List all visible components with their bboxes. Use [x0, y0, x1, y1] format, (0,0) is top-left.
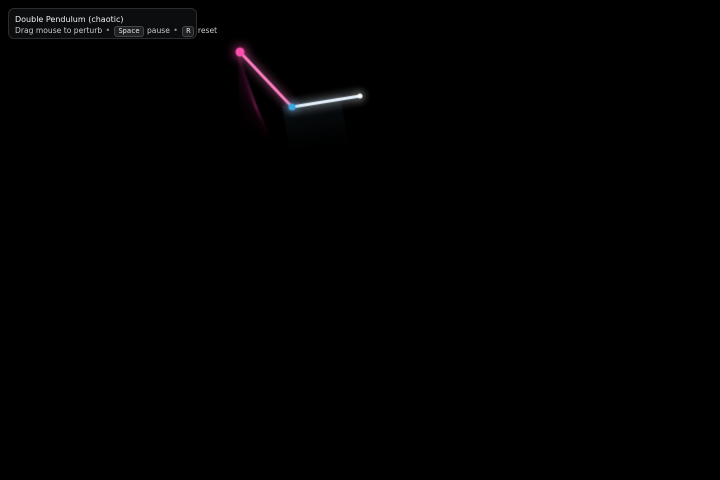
simulation-stage[interactable]: Double Pendulum (chaotic) Drag mouse to … — [0, 0, 720, 480]
separator: • — [173, 26, 178, 35]
drag-hint: Drag mouse to perturb — [15, 26, 103, 35]
pendulum-canvas[interactable] — [0, 0, 720, 480]
space-key: Space — [114, 26, 144, 37]
r-key: R — [182, 26, 195, 37]
pause-label: pause — [146, 26, 170, 35]
hud-controls-hint: Drag mouse to perturb • Space pause • R … — [15, 25, 217, 37]
hud-title: Double Pendulum (chaotic) — [15, 15, 124, 24]
hud-panel: Double Pendulum (chaotic) Drag mouse to … — [8, 8, 217, 39]
separator: • — [105, 26, 111, 35]
reset-label: reset — [197, 26, 218, 35]
